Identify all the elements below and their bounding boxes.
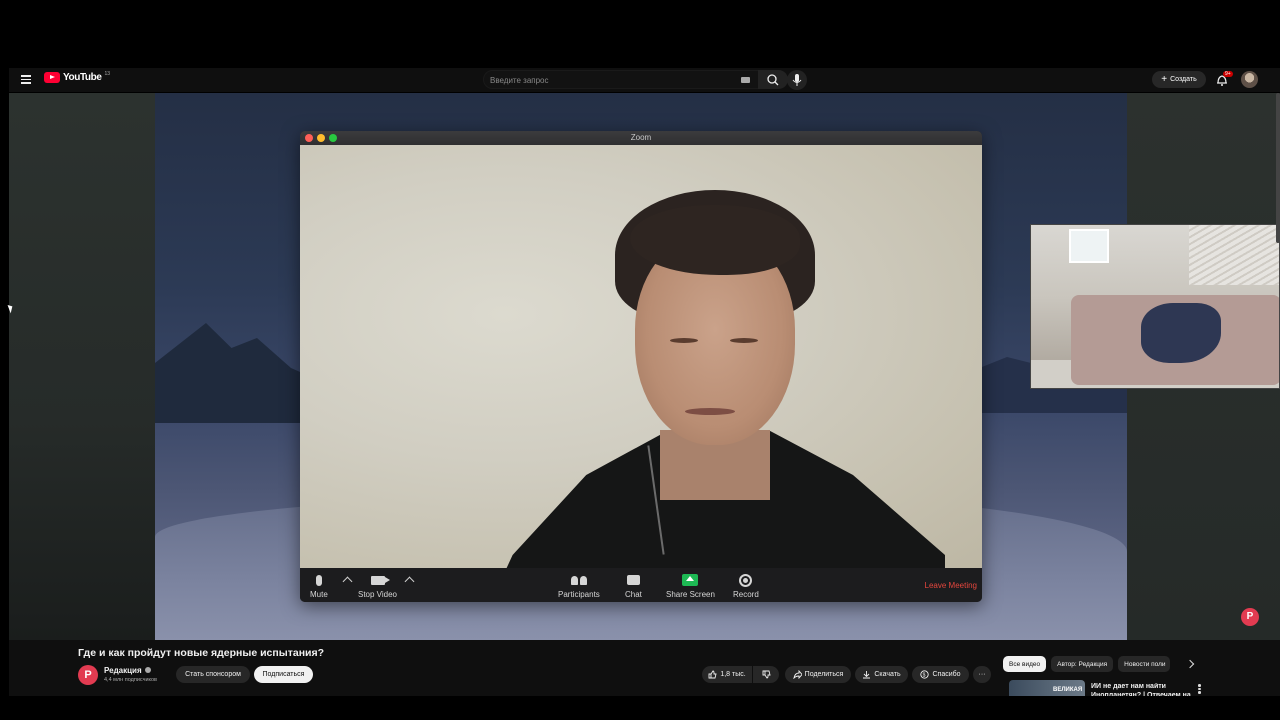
pip-ceiling (1189, 225, 1279, 285)
channel-name: Редакция (104, 666, 142, 675)
svg-text:$: $ (923, 673, 926, 679)
download-icon (863, 671, 871, 679)
search-button[interactable] (758, 70, 788, 89)
participant-video (300, 145, 982, 568)
thanks-label: Спасибо (932, 671, 961, 678)
voice-search-button[interactable] (787, 70, 807, 90)
video-camera-icon (370, 575, 390, 585)
keyboard-icon[interactable] (741, 77, 750, 83)
recommendation-title[interactable]: ИИ не дает нам найти Инопланетян? | Отве… (1091, 683, 1191, 696)
video-options-caret-icon[interactable] (404, 576, 415, 587)
channel-watermark-icon[interactable]: P (1241, 608, 1259, 626)
person-mouth (685, 408, 735, 415)
leave-meeting-button[interactable]: Leave Meeting (925, 581, 977, 590)
page-scrollbar[interactable] (1276, 93, 1280, 243)
video-side-left (9, 93, 155, 640)
thumbnail-text: ВЕЛИКАЯ (1053, 687, 1083, 693)
download-button[interactable]: Скачать (855, 666, 908, 683)
youtube-logo[interactable]: YouTube 13 (44, 70, 111, 83)
record-icon (739, 573, 753, 587)
youtube-topbar: YouTube 13 + Создать 9+ (9, 68, 1280, 92)
share-button[interactable]: Поделиться (785, 666, 851, 683)
create-button[interactable]: + Создать (1152, 71, 1206, 88)
logo-text: YouTube (63, 72, 102, 83)
notifications-button[interactable]: 9+ (1214, 71, 1233, 88)
share-screen-button[interactable]: Share Screen (666, 572, 715, 599)
sponsor-button[interactable]: Стать спонсором (176, 666, 250, 683)
participants-button[interactable]: Participants (558, 572, 600, 599)
share-arrow-icon (793, 670, 802, 679)
microphone-icon (315, 574, 322, 586)
chat-label: Chat (625, 590, 642, 599)
audio-options-caret-icon[interactable] (342, 576, 353, 587)
video-title: Где и как пройдут новые ядерные испытани… (78, 647, 325, 659)
person-eye-left (670, 338, 698, 343)
subscriber-count: 4,4 млн подписчиков (104, 677, 157, 683)
channel-avatar[interactable]: P (78, 665, 98, 685)
search-box (483, 70, 759, 89)
mute-button[interactable]: Mute (310, 572, 328, 599)
thumbs-down-icon (762, 670, 771, 679)
zoom-window-title: Zoom (630, 133, 652, 142)
record-label: Record (733, 590, 759, 599)
share-label: Поделиться (804, 671, 844, 678)
video-info-section: Где и как пройдут новые ядерные испытани… (9, 640, 1280, 696)
channel-name-link[interactable]: Редакция (104, 666, 151, 675)
chip-all-videos[interactable]: Все видео (1003, 656, 1047, 672)
mute-label: Mute (310, 590, 328, 599)
more-actions-button[interactable]: ··· (973, 666, 991, 683)
pip-window (1069, 229, 1109, 263)
zoom-toolbar: Mute Stop Video Participants Chat Share … (300, 568, 982, 602)
thumbs-up-icon (708, 670, 717, 679)
stop-video-button[interactable]: Stop Video (358, 572, 397, 599)
pip-room-camera (1030, 224, 1280, 389)
like-button[interactable]: 1,8 тыс. (702, 666, 752, 683)
download-label: Скачать (874, 671, 901, 678)
search-input[interactable] (490, 75, 720, 86)
super-thanks-icon: $ (920, 670, 930, 679)
notifications-badge: 9+ (1223, 71, 1233, 77)
user-avatar[interactable] (1241, 71, 1258, 88)
youtube-play-icon (44, 72, 60, 83)
create-label: Создать (1170, 76, 1197, 83)
pip-blanket (1141, 303, 1221, 363)
microphone-icon (792, 74, 802, 86)
participants-label: Participants (558, 590, 600, 599)
zoom-window: Zoom Mute Stop Video Participants Chat S… (300, 131, 982, 602)
thanks-button[interactable]: $ Спасибо (912, 666, 969, 683)
person-eye-right (730, 338, 758, 343)
participants-icon (570, 575, 587, 585)
recommendation-chips: Все видео Автор: Редакция Новости поли (1003, 656, 1171, 672)
share-screen-label: Share Screen (666, 590, 715, 599)
chat-button[interactable]: Chat (625, 572, 642, 599)
chip-by-author[interactable]: Автор: Редакция (1051, 656, 1114, 672)
verified-badge-icon (144, 667, 151, 673)
recommendation-more-icon[interactable] (1198, 684, 1202, 696)
screen: YouTube 13 + Создать 9+ (0, 0, 1280, 720)
dislike-button[interactable] (753, 666, 779, 683)
chevron-right-icon[interactable] (1185, 658, 1197, 670)
subscribe-button[interactable]: Подписаться (254, 666, 313, 683)
hamburger-menu-icon[interactable] (21, 73, 35, 87)
logo-country-code: 13 (104, 70, 111, 77)
chat-bubble-icon (626, 575, 640, 585)
plus-icon: + (1161, 73, 1168, 85)
zoom-titlebar: Zoom (300, 131, 982, 145)
search-icon (767, 74, 779, 86)
recommendation-thumbnail[interactable]: ВЕЛИКАЯ (1009, 680, 1085, 696)
record-button[interactable]: Record (733, 572, 759, 599)
share-screen-icon (682, 574, 699, 586)
video-player[interactable]: Zoom Mute Stop Video Participants Chat S… (9, 93, 1280, 640)
chip-political-news[interactable]: Новости поли (1118, 656, 1171, 672)
stop-video-label: Stop Video (358, 590, 397, 599)
like-count: 1,8 тыс. (720, 671, 746, 678)
